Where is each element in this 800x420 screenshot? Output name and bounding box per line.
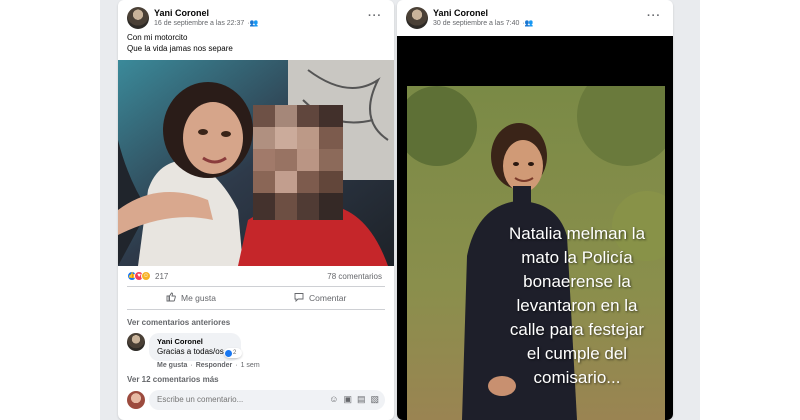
post-card-2: Yani Coronel 30 de septiembre a las 7:40… (397, 0, 673, 420)
thumbs-up-icon (166, 292, 176, 304)
post-text: Con mi motorcito Que la vida jamas nos s… (127, 32, 233, 54)
previous-comments-link[interactable]: Ver comentarios anteriores (127, 318, 230, 327)
photo-image (118, 60, 394, 266)
separator: · (235, 362, 238, 369)
composer-icons: ☺ ▣ ▤ ▧ (329, 394, 379, 405)
camera-icon[interactable]: ▣ (343, 394, 352, 405)
comment-bubble-icon (294, 292, 304, 304)
post-date[interactable]: 16 de septiembre a las 22:37 (154, 20, 244, 27)
separator: · (190, 362, 193, 369)
post-header: Yani Coronel 30 de septiembre a las 7:40… (397, 0, 673, 36)
reaction-count: 217 (155, 271, 169, 281)
post-text-line: Que la vida jamas nos separe (127, 44, 233, 53)
comment-like-link[interactable]: Me gusta (157, 362, 187, 369)
gif-icon[interactable]: ▤ (357, 394, 366, 405)
author-avatar[interactable] (406, 7, 428, 29)
overlay-caption: Natalia melman la mato la Policía bonaer… (508, 224, 646, 387)
comment-text: Gracias a todas/os (157, 347, 224, 356)
comment-time[interactable]: 1 sem (241, 362, 260, 369)
post-card-1: Yani Coronel 16 de septiembre a las 22:3… (118, 0, 394, 420)
post-text-line: Con mi motorcito (127, 33, 188, 42)
like-label: Me gusta (181, 293, 216, 303)
comment-composer[interactable]: ☺ ▣ ▤ ▧ (149, 390, 385, 410)
divider (127, 309, 385, 310)
post-header: Yani Coronel 16 de septiembre a las 22:3… (118, 0, 394, 36)
post-meta: 16 de septiembre a las 22:37 ·👥 (154, 19, 259, 28)
like-reaction-icon (225, 349, 232, 357)
comments-count[interactable]: 78 comentarios (327, 272, 382, 281)
sticker-icon[interactable]: ▧ (370, 394, 379, 405)
comment-button[interactable]: Comentar (294, 292, 346, 304)
care-reaction-icon: ☺ (141, 271, 151, 281)
comment-actions: Me gusta · Responder · 1 sem (157, 362, 260, 369)
comment-reply-link[interactable]: Responder (196, 362, 233, 369)
commenter-avatar[interactable] (127, 333, 145, 351)
more-options-icon[interactable]: ··· (368, 10, 382, 22)
comment-input[interactable] (157, 395, 297, 404)
comment-author[interactable]: Yani Coronel (157, 337, 233, 346)
more-options-icon[interactable]: ··· (647, 10, 661, 22)
post-date[interactable]: 30 de septiembre a las 7:40 (433, 20, 519, 27)
author-name[interactable]: Yani Coronel (433, 8, 488, 18)
friends-audience-icon: ·👥 (522, 20, 534, 27)
comment-reaction-count: 2 (233, 350, 237, 356)
post-photo[interactable] (118, 60, 394, 266)
friends-audience-icon: ·👥 (247, 20, 259, 27)
emoji-icon[interactable]: ☺ (329, 394, 338, 405)
comment-label: Comentar (309, 293, 347, 303)
divider (127, 286, 385, 287)
more-comments-link[interactable]: Ver 12 comentarios más (127, 375, 219, 384)
post-meta: 30 de septiembre a las 7:40 ·👥 (433, 19, 534, 28)
page-margin (0, 0, 100, 420)
like-button[interactable]: Me gusta (166, 292, 216, 304)
current-user-avatar[interactable] (127, 391, 145, 409)
comment-reactions[interactable]: 2 (224, 348, 242, 358)
author-name[interactable]: Yani Coronel (154, 8, 209, 18)
reaction-summary[interactable]: 👍 ♥ ☺ 217 (127, 271, 168, 281)
author-avatar[interactable] (127, 7, 149, 29)
post-photo[interactable]: Natalia melman la mato la Policía bonaer… (397, 36, 673, 420)
